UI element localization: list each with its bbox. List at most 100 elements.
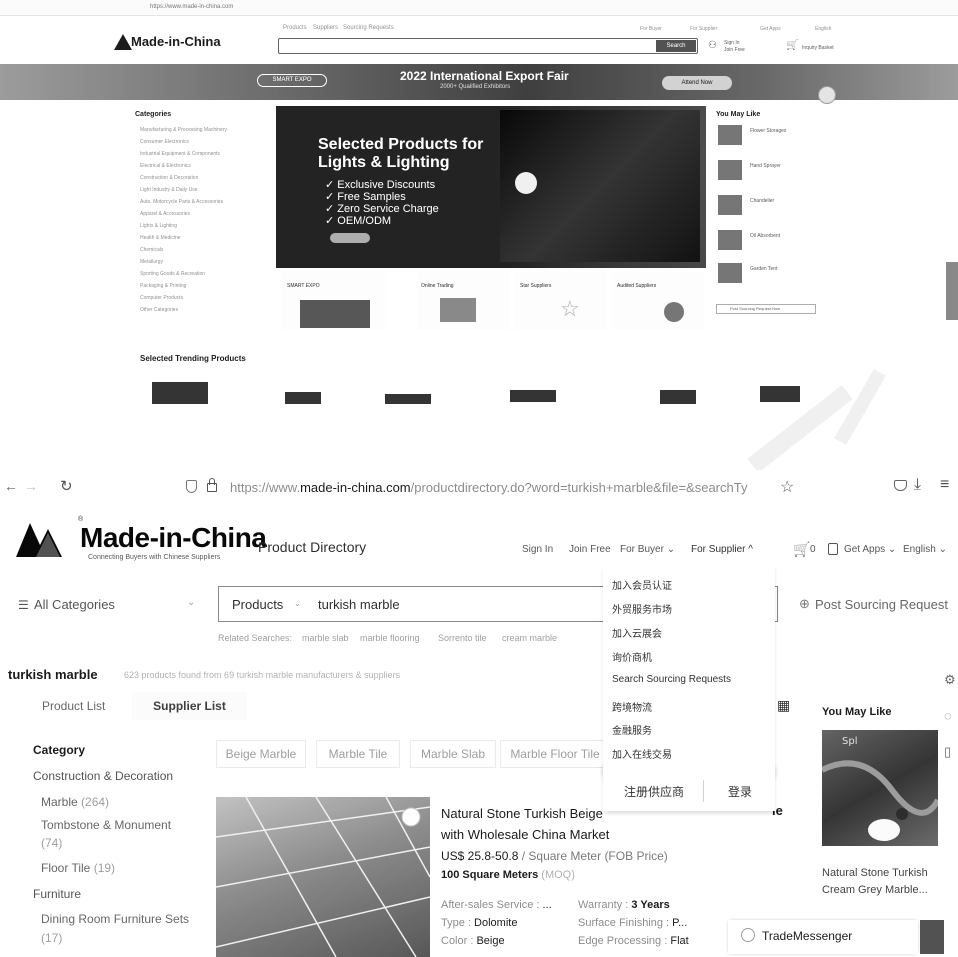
filter-chip[interactable]: Marble Tile (316, 740, 400, 768)
pocket-icon[interactable] (894, 480, 907, 491)
dropdown-item[interactable]: Search Sourcing Requests (612, 674, 731, 685)
mini-category-item[interactable]: Manufacturing & Processing Machinery (140, 127, 227, 133)
mini-trending-item[interactable] (152, 382, 208, 404)
chevron-down-icon[interactable]: ⌄ (294, 599, 301, 608)
you-may-like-name[interactable]: Natural Stone Turkish Cream Grey Marble.… (822, 865, 942, 899)
mini-category-item[interactable]: Packaging & Printing (140, 283, 186, 289)
reload-icon[interactable]: ↻ (60, 477, 73, 495)
mini-trending-item[interactable] (385, 394, 431, 404)
dropdown-item[interactable]: 加入在线交易 (612, 746, 672, 761)
category-item[interactable]: Dining Room Furniture Sets (17) (41, 910, 201, 948)
back-arrow-icon[interactable]: ← (4, 478, 18, 494)
mini-category-item[interactable]: Apparel & Accessories (140, 211, 190, 217)
join-free-link[interactable]: Join Free (569, 544, 611, 555)
mini-nav-products[interactable]: Products (283, 25, 307, 31)
mini-join-free[interactable]: Join Free (724, 47, 745, 53)
filter-chip[interactable]: Marble Slab (410, 740, 496, 768)
hamburger-menu-icon[interactable]: ≡ (940, 476, 949, 494)
section-title[interactable]: Product Directory (258, 539, 366, 555)
mini-nav-suppliers[interactable]: Suppliers (313, 25, 338, 31)
mini-category-item[interactable]: Metallurgy (140, 259, 163, 265)
mini-category-item[interactable]: Auto, Motorcycle Parts & Accessories (140, 199, 223, 205)
mini-category-item[interactable]: Health & Medicine (140, 235, 181, 241)
logo-mark-icon[interactable] (16, 521, 76, 557)
search-input[interactable] (318, 594, 598, 614)
mini-trending-item[interactable] (760, 386, 800, 402)
mini-attend-button[interactable]: Attend Now (662, 76, 732, 90)
related-search-link[interactable]: marble flooring (360, 633, 420, 643)
mini-category-item[interactable]: Construction & Decoration (140, 175, 198, 181)
categories-menu-icon[interactable]: ☰ (18, 598, 29, 612)
you-may-like-image[interactable]: Spl (822, 730, 938, 846)
mini-for-supplier[interactable]: For Supplier (690, 26, 717, 32)
mini-trending-item[interactable] (660, 390, 696, 404)
mini-category-item[interactable]: Chemicals (140, 247, 163, 253)
site-logo[interactable]: Made-in-China (80, 522, 267, 554)
side-toolbar-icon[interactable]: ◌ (944, 708, 952, 723)
mini-category-item[interactable]: Sporting Goods & Recreation (140, 271, 205, 277)
category-item[interactable]: Marble (264) (41, 795, 109, 809)
dropdown-item[interactable]: 外贸服务市场 (612, 601, 672, 616)
mini-yml-image[interactable] (718, 195, 742, 215)
category-item[interactable]: Tombstone & Monument (41, 818, 171, 832)
mini-nav-sourcing[interactable]: Sourcing Requests (343, 25, 394, 31)
shield-icon[interactable] (186, 480, 197, 493)
mini-category-item[interactable]: Electrical & Electronics (140, 163, 191, 169)
mini-tile-audited-suppliers[interactable] (612, 272, 704, 330)
mini-yml-image[interactable] (718, 263, 742, 283)
for-buyer-menu[interactable]: For Buyer ⌄ (620, 544, 675, 555)
mini-category-item[interactable]: Lights & Lighting (140, 223, 177, 229)
mobile-app-icon[interactable] (828, 543, 838, 555)
for-supplier-menu[interactable]: For Supplier ^ (691, 544, 753, 555)
related-search-link[interactable]: cream marble (502, 633, 557, 643)
dropdown-item[interactable]: 加入会员认证 (612, 577, 672, 592)
search-type-select[interactable]: Products (232, 597, 283, 612)
category-group[interactable]: Furniture (33, 887, 81, 901)
mini-sign-in[interactable]: Sign In (724, 40, 740, 46)
dropdown-item[interactable]: 跨境物流 (612, 699, 652, 714)
mini-search-input[interactable] (278, 38, 698, 54)
filter-chip[interactable]: Marble Floor Tile (500, 740, 610, 768)
mini-side-toolbar[interactable] (946, 262, 958, 320)
sign-in-link[interactable]: Sign In (522, 544, 553, 555)
mini-yml-name[interactable]: Garden Tent (750, 266, 777, 272)
mini-language[interactable]: English (815, 26, 831, 32)
language-menu[interactable]: English ⌄ (903, 544, 947, 555)
related-search-link[interactable]: Sorrento tile (438, 633, 487, 643)
category-item[interactable]: Floor Tile (19) (41, 861, 115, 875)
mini-category-item[interactable]: Industrial Equipment & Components (140, 151, 220, 157)
post-sourcing-request-link[interactable]: Post Sourcing Request (815, 597, 948, 612)
mini-search-button[interactable]: Search (656, 40, 696, 52)
trade-messenger-label[interactable]: TradeMessenger (762, 929, 852, 943)
mini-trending-item[interactable] (510, 390, 556, 402)
mini-yml-image[interactable] (718, 125, 742, 145)
product-image[interactable] (216, 797, 430, 957)
mini-url[interactable]: https://www.made-in-china.com (150, 4, 233, 10)
all-categories-button[interactable]: All Categories (34, 597, 115, 612)
register-supplier-link[interactable]: 注册供应商 (624, 783, 684, 800)
mini-category-item[interactable]: Other Categories (140, 307, 178, 313)
grid-view-icon[interactable]: ▦ (777, 697, 790, 714)
mini-trending-item[interactable] (285, 392, 321, 404)
cart-icon[interactable]: 🛒 (793, 541, 810, 558)
side-toolbar-icon[interactable]: ▯ (944, 744, 951, 760)
bookmark-star-icon[interactable]: ☆ (780, 477, 794, 497)
mini-yml-name[interactable]: Oil Absorbent (750, 233, 780, 239)
mini-yml-name[interactable]: Chandelier (750, 198, 774, 204)
tab-product-list[interactable]: Product List (42, 699, 105, 713)
side-toolbar-icon[interactable]: ⚙ (944, 672, 956, 688)
mini-get-apps[interactable]: Get Apps (760, 26, 781, 32)
mini-category-item[interactable]: Computer Products (140, 295, 183, 301)
get-apps-menu[interactable]: Get Apps ⌄ (844, 544, 896, 555)
post-request-icon[interactable]: ⊕ (799, 596, 810, 612)
chevron-down-icon[interactable]: ⌄ (187, 597, 195, 608)
mini-yml-image[interactable] (718, 160, 742, 180)
filter-chip[interactable]: Beige Marble (216, 740, 306, 768)
lock-icon[interactable] (207, 483, 217, 492)
mini-for-buyer[interactable]: For Buyer (640, 26, 662, 32)
mini-yml-image[interactable] (718, 230, 742, 250)
mini-category-item[interactable]: Consumer Electronics (140, 139, 189, 145)
mini-logo[interactable]: Made-in-China (131, 34, 221, 49)
category-group[interactable]: Construction & Decoration (33, 769, 173, 783)
mini-yml-name[interactable]: Flower Storages (750, 128, 786, 134)
